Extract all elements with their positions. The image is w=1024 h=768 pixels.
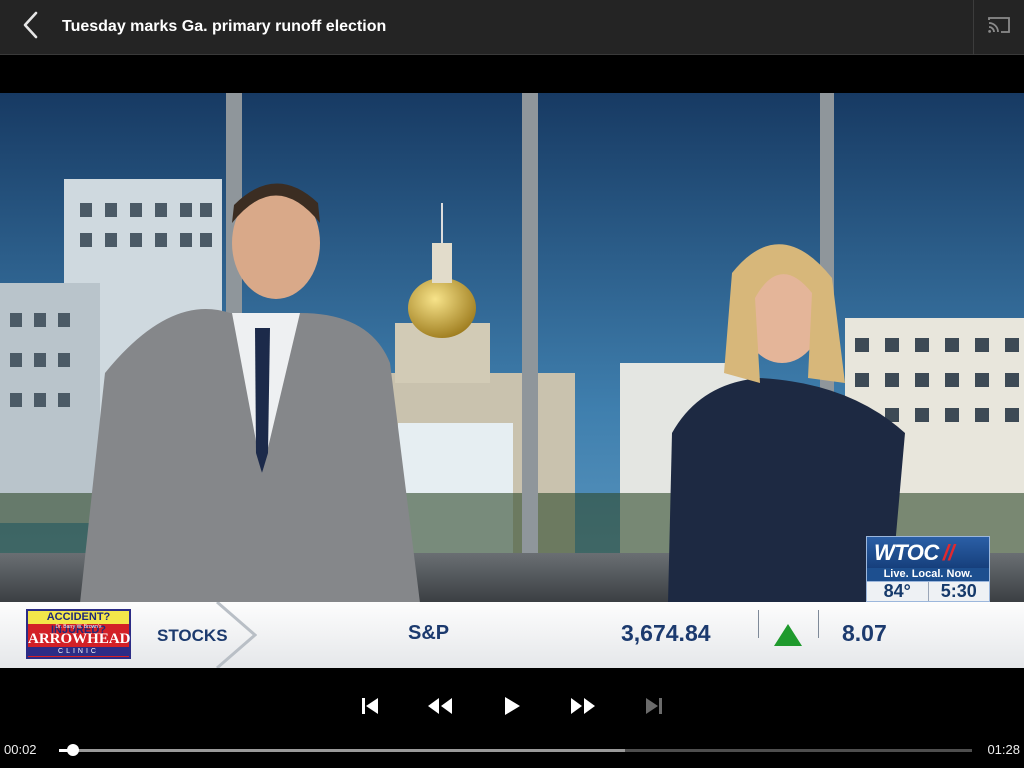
sponsor-line1: ACCIDENT? INJURED? <box>28 611 129 636</box>
station-logo-mark-icon: // <box>942 539 955 565</box>
current-time: 00:02 <box>4 742 37 757</box>
stocks-ticker: ACCIDENT? INJURED? Dr. Barry W. Brown's … <box>0 602 1024 668</box>
fast-forward-icon <box>570 697 596 720</box>
playback-controls: 00:02 01:28 <box>0 668 1024 768</box>
seek-buffered <box>59 749 626 752</box>
cast-icon <box>987 16 1011 39</box>
fast-forward-button[interactable] <box>563 692 603 724</box>
station-logo-bug: WTOC // Live. Local. Now. 84° 5:30 <box>866 536 990 602</box>
divider <box>758 610 759 638</box>
sponsor-line4: CLINIC <box>28 647 129 656</box>
station-logo-text: WTOC <box>874 539 939 565</box>
seek-bar[interactable] <box>59 749 972 752</box>
video-player[interactable]: WTOC // Live. Local. Now. 84° 5:30 ACCID… <box>0 93 1024 668</box>
skip-previous-button[interactable] <box>350 692 390 724</box>
index-value: 3,674.84 <box>621 620 711 646</box>
play-button[interactable] <box>492 692 532 724</box>
rewind-icon <box>427 697 453 720</box>
play-icon <box>503 696 521 721</box>
station-tagline: Live. Local. Now. <box>866 568 990 581</box>
sponsor-line2: Dr. Barry W. Brown's <box>55 624 102 630</box>
divider <box>818 610 819 638</box>
skip-next-icon <box>644 697 664 720</box>
index-name: S&P <box>408 622 450 644</box>
weather-time-panel: 84° 5:30 <box>866 581 990 602</box>
sponsor-name: ARROWHEAD <box>28 631 131 647</box>
skip-next-button[interactable] <box>634 692 674 724</box>
seek-thumb[interactable] <box>66 744 79 756</box>
chevron-left-icon <box>21 10 41 45</box>
up-arrow-icon <box>774 624 802 646</box>
station-logo: WTOC // <box>866 536 990 569</box>
rewind-button[interactable] <box>420 692 460 724</box>
cast-button[interactable] <box>973 0 1024 55</box>
sponsor-logo: ACCIDENT? INJURED? Dr. Barry W. Brown's … <box>26 609 131 659</box>
temperature: 84° <box>883 581 911 601</box>
video-title: Tuesday marks Ga. primary runoff electio… <box>62 18 387 35</box>
chevron-right-icon <box>216 602 257 668</box>
index-change: 8.07 <box>842 620 887 646</box>
app-bar: Tuesday marks Ga. primary runoff electio… <box>0 0 1024 55</box>
back-button[interactable] <box>12 8 50 46</box>
duration: 01:28 <box>987 742 1020 757</box>
clock: 5:30 <box>927 582 990 601</box>
skip-previous-icon <box>360 697 380 720</box>
